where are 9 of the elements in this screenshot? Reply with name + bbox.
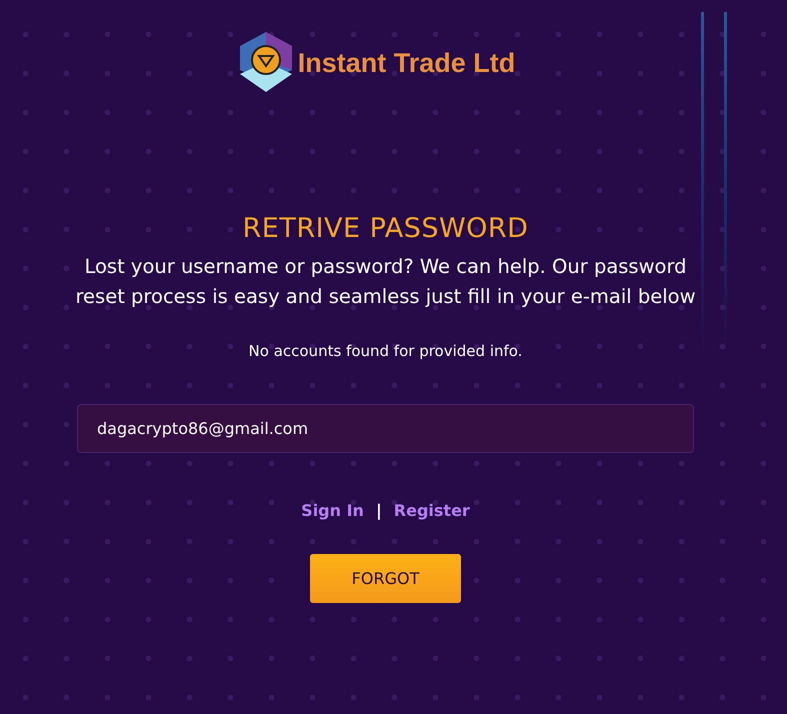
forgot-button[interactable]: FORGOT [310,554,461,603]
error-message: No accounts found for provided info. [248,342,522,360]
link-separator: | [376,501,382,520]
sign-in-link[interactable]: Sign In [301,501,364,520]
email-field[interactable]: dagacrypto86@gmail.com [77,404,694,453]
page-title: RETRIVE PASSWORD [242,213,528,244]
brand-name: Instant Trade Ltd [298,48,516,78]
register-link[interactable]: Register [394,501,470,520]
intro-text: Lost your username or password? We can help. Our password reset process is easy and seamless just fill in your e-mail below [74,254,697,310]
